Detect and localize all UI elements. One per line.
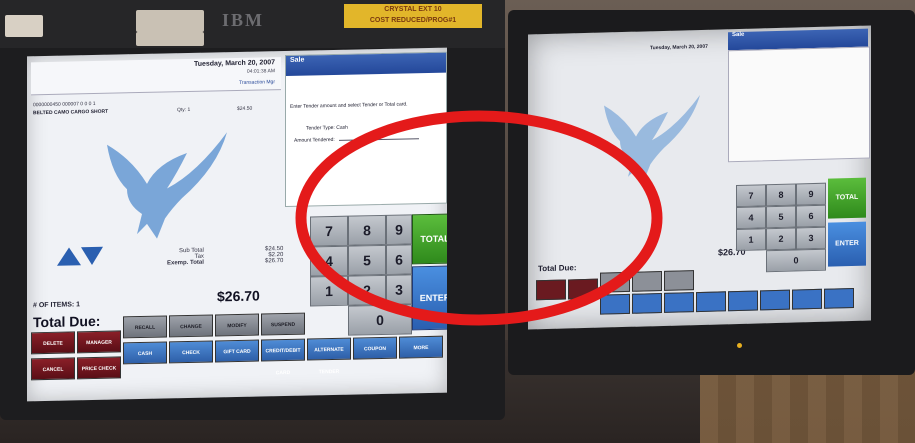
- totals-values: $24.50 $2.20 $26.70: [265, 246, 283, 264]
- right-fn-button[interactable]: [792, 288, 822, 310]
- exemp-value: $26.70: [265, 258, 284, 265]
- right-fn-button[interactable]: [696, 291, 726, 313]
- fn-button-modify[interactable]: MODIFY: [215, 313, 259, 337]
- total-due-amount: $26.70: [217, 287, 260, 305]
- right-key-6[interactable]: 6: [796, 204, 826, 228]
- fn-button-manager[interactable]: MANAGER: [77, 330, 121, 354]
- right-key-0[interactable]: 0: [766, 248, 826, 273]
- right-total-button[interactable]: TOTAL: [828, 177, 866, 219]
- right-key-5[interactable]: 5: [766, 205, 796, 229]
- exemp-label: Exemp. Total: [167, 259, 204, 267]
- fn-button-more[interactable]: MORE: [399, 335, 443, 359]
- fn-button-delete[interactable]: DELETE: [31, 331, 75, 355]
- fn-button-alternate-tender[interactable]: ALTERNATE TENDER: [307, 337, 351, 375]
- right-fn-button[interactable]: [824, 287, 854, 309]
- fn-button-check[interactable]: CHECK: [169, 340, 213, 364]
- scroll-up-icon: [57, 247, 81, 266]
- right-key-4[interactable]: 4: [736, 206, 766, 230]
- sale-panel-header: Sale: [286, 52, 446, 76]
- right-key-1[interactable]: 1: [736, 228, 766, 252]
- ibm-logo: IBM: [222, 10, 264, 30]
- receipt-header: Tuesday, March 20, 2007 04:01:38 AM Tran…: [31, 57, 281, 96]
- item-name[interactable]: BELTED CAMO CARGO SHORT: [33, 109, 108, 117]
- yellow-tag-line1: CRYSTAL EXT 10: [384, 6, 442, 13]
- fn-button-cash[interactable]: CASH: [123, 341, 167, 365]
- scroll-arrows[interactable]: [55, 245, 105, 268]
- item-qty: Qty: 1: [177, 106, 191, 114]
- power-led-icon: [737, 343, 742, 348]
- right-fn-button[interactable]: [728, 290, 758, 312]
- eagle-logo: [107, 132, 227, 239]
- item-price: $24.50: [237, 105, 253, 112]
- fn-button-coupon[interactable]: COUPON: [353, 336, 397, 360]
- items-count: # OF ITEMS: 1: [33, 301, 81, 310]
- right-fn-button[interactable]: [664, 270, 694, 291]
- right-key-8[interactable]: 8: [766, 183, 796, 207]
- yellow-label-tag: CRYSTAL EXT 10 COST REDUCED/PROG#1: [344, 4, 482, 28]
- right-key-3[interactable]: 3: [796, 226, 826, 250]
- yellow-tag-line2: COST REDUCED/PROG#1: [369, 17, 457, 24]
- sticker-red-top: [136, 10, 204, 32]
- fn-button-change[interactable]: CHANGE: [169, 314, 213, 338]
- red-highlight-ellipse: [295, 110, 663, 326]
- sticker-left: [5, 15, 43, 37]
- right-key-7[interactable]: 7: [736, 184, 766, 208]
- receipt-date: Tuesday, March 20, 2007: [193, 59, 275, 68]
- item-code: 0000000450 000007 0 0 0 1: [33, 100, 96, 109]
- right-fn-button[interactable]: [664, 292, 694, 313]
- right-receipt-date: Tuesday, March 20, 2007: [650, 43, 708, 52]
- fn-button-cancel[interactable]: CANCEL: [31, 357, 75, 381]
- right-key-2[interactable]: 2: [766, 227, 796, 251]
- fn-button-gift-card[interactable]: GIFT CARD: [215, 339, 259, 363]
- right-fn-button[interactable]: [760, 289, 790, 311]
- totals-labels: Sub Total Tax Exemp. Total: [167, 248, 204, 267]
- right-enter-button[interactable]: ENTER: [828, 221, 866, 267]
- fn-button-recall[interactable]: RECALL: [123, 315, 167, 339]
- transaction-link[interactable]: Transaction Mgr: [239, 79, 275, 86]
- total-due-label: Total Due:: [33, 312, 101, 331]
- fn-button-credit-debit[interactable]: CREDIT/DEBIT CARD: [261, 338, 305, 376]
- receipt-time: 04:01:38 AM: [246, 68, 275, 75]
- fn-button-price-check[interactable]: PRICE CHECK: [77, 356, 121, 380]
- right-key-9[interactable]: 9: [796, 182, 826, 206]
- sticker-red-bottom: [136, 32, 204, 46]
- right-sale-panel: [728, 46, 870, 163]
- scroll-down-icon: [81, 246, 103, 266]
